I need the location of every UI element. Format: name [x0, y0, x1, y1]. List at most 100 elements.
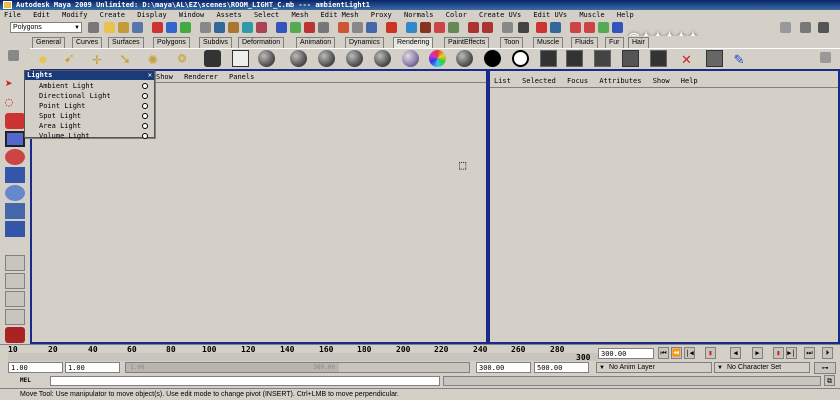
attribute-editor-icon[interactable] [570, 22, 581, 33]
select-joints-icon[interactable] [228, 22, 239, 33]
paint-brush-icon[interactable]: ✎ [734, 50, 751, 67]
menu-help[interactable]: Help [617, 11, 634, 19]
menu-collapse-icon[interactable] [88, 22, 99, 33]
single-view-layout-icon[interactable] [5, 255, 25, 271]
playback-end-field[interactable]: 300.00 [476, 362, 531, 373]
menu-create-uvs[interactable]: Create UVs [479, 11, 521, 19]
tab-curves[interactable]: Curves [72, 37, 103, 48]
outliner-menu-list[interactable]: List [494, 77, 511, 85]
menu-modify[interactable]: Modify [62, 11, 87, 19]
step-back-frame-icon[interactable]: |◀ [684, 347, 695, 359]
input-ops-icon[interactable] [352, 22, 363, 33]
menu-assets[interactable]: Assets [216, 11, 241, 19]
anisotropic-material-icon[interactable] [374, 50, 391, 67]
render-view-icon[interactable] [406, 22, 417, 33]
menu-edit-mesh[interactable]: Edit Mesh [321, 11, 359, 19]
mel-label[interactable]: MEL [20, 376, 31, 386]
option-box-icon[interactable] [142, 103, 148, 109]
phong-material-icon[interactable] [318, 50, 335, 67]
blinn-material-icon[interactable] [258, 50, 275, 67]
tab-surfaces[interactable]: Surfaces [108, 37, 144, 48]
soft-mod-tool-icon[interactable] [5, 203, 25, 219]
snap-plane-icon[interactable] [318, 22, 329, 33]
delete-icon[interactable]: ✕ [678, 50, 695, 67]
script-editor-icon[interactable]: ⧉ [824, 375, 835, 386]
hypershade-icon[interactable] [550, 22, 561, 33]
menu-item-directional-light[interactable]: Directional Light [39, 91, 111, 101]
four-view-layout-icon[interactable] [5, 273, 25, 289]
range-slider-thumb[interactable]: 1.00 300.00 [126, 363, 339, 372]
tab-subdivs[interactable]: Subdivs [199, 37, 232, 48]
phonge-material-icon[interactable] [346, 50, 363, 67]
outliner-menu-selected[interactable]: Selected [522, 77, 556, 85]
anim-layer-select[interactable]: ▼ No Anim Layer [596, 362, 712, 373]
select-hierarchy-icon[interactable] [152, 22, 163, 33]
step-forward-key-icon[interactable]: ▶| [786, 347, 797, 359]
outliner-menu-attributes[interactable]: Attributes [599, 77, 641, 85]
ramp-shader-icon[interactable] [429, 50, 446, 67]
tab-deformation[interactable]: Deformation [238, 37, 285, 48]
volume-light-icon[interactable]: ❂ [178, 50, 195, 67]
step-back-icon[interactable]: ▮ [705, 347, 716, 359]
option-box-icon[interactable] [142, 113, 148, 119]
area-light-icon[interactable]: ✺ [148, 50, 165, 67]
lasso-tool-icon[interactable]: ◌ [5, 95, 25, 111]
option-box-icon[interactable] [142, 123, 148, 129]
tab-hair[interactable]: Hair [628, 37, 649, 48]
playback-start-field[interactable]: 1.00 [65, 362, 120, 373]
construction-history-icon[interactable] [386, 22, 397, 33]
persp-outliner-layout-icon[interactable] [5, 309, 25, 325]
output-ops-icon[interactable] [366, 22, 377, 33]
tab-fluids[interactable]: Fluids [571, 37, 598, 48]
mel-command-input[interactable] [50, 376, 440, 386]
menu-color[interactable]: Color [446, 11, 467, 19]
snap-point-icon[interactable] [304, 22, 315, 33]
select-handles-icon[interactable] [214, 22, 225, 33]
save-scene-icon[interactable] [132, 22, 143, 33]
panel-menu-show[interactable]: Show [156, 73, 173, 81]
select-component-icon[interactable] [180, 22, 191, 33]
option-box-icon[interactable] [142, 93, 148, 99]
menu-file[interactable]: File [4, 11, 21, 19]
batch-render-icon[interactable] [594, 50, 611, 67]
snap-curve-icon[interactable] [290, 22, 301, 33]
panel-layout-icon[interactable] [800, 22, 811, 33]
play-forwards-icon[interactable]: ▶ [752, 347, 763, 359]
directional-light-icon[interactable]: ➹ [64, 50, 81, 67]
point-light-icon[interactable]: ✛ [92, 50, 109, 67]
select-object-icon[interactable] [166, 22, 177, 33]
current-frame-field[interactable]: 300.00 [598, 348, 654, 359]
use-background-icon[interactable] [484, 50, 501, 67]
menu-normals[interactable]: Normals [404, 11, 434, 19]
magnet-icon[interactable] [468, 22, 479, 33]
paint-select-tool-icon[interactable] [5, 113, 25, 129]
play-backwards-icon[interactable]: ◀ [730, 347, 741, 359]
new-scene-icon[interactable] [104, 22, 115, 33]
ambient-light-icon[interactable]: ✹ [38, 50, 55, 67]
outliner-toggle-icon[interactable] [818, 22, 829, 33]
menu-item-volume-light[interactable]: Volume Light [39, 131, 90, 141]
render-current-icon[interactable] [540, 50, 557, 67]
step-forward-icon[interactable]: ▮ [773, 347, 784, 359]
open-scene-icon[interactable] [118, 22, 129, 33]
go-to-end-icon[interactable]: ⏭ [804, 347, 815, 359]
shelf-scroll-icon[interactable] [820, 52, 831, 63]
hypershade-shelf-icon[interactable] [650, 50, 667, 67]
select-tool-icon[interactable]: ➤ [5, 77, 25, 93]
hypershade-layout-icon[interactable] [5, 327, 25, 343]
layered-shader-icon[interactable] [402, 50, 419, 67]
outliner-panel[interactable] [488, 69, 840, 344]
range-slider[interactable]: 1.00 300.00 [125, 362, 470, 373]
ipr-render-shelf-icon[interactable] [566, 50, 583, 67]
camera-icon[interactable] [204, 50, 221, 67]
show-manip-icon[interactable] [5, 221, 25, 237]
key-icon[interactable]: ⏵ [822, 347, 833, 359]
light-linking-icon[interactable] [706, 50, 723, 67]
two-view-layout-icon[interactable] [5, 291, 25, 307]
animation-end-field[interactable]: 500.00 [534, 362, 589, 373]
outliner-menu-focus[interactable]: Focus [567, 77, 588, 85]
lights-menu-title-bar[interactable]: Lights ✕ [25, 71, 154, 80]
render-settings-icon[interactable] [448, 22, 459, 33]
snap-grid-icon[interactable] [276, 22, 287, 33]
menu-window[interactable]: Window [179, 11, 204, 19]
